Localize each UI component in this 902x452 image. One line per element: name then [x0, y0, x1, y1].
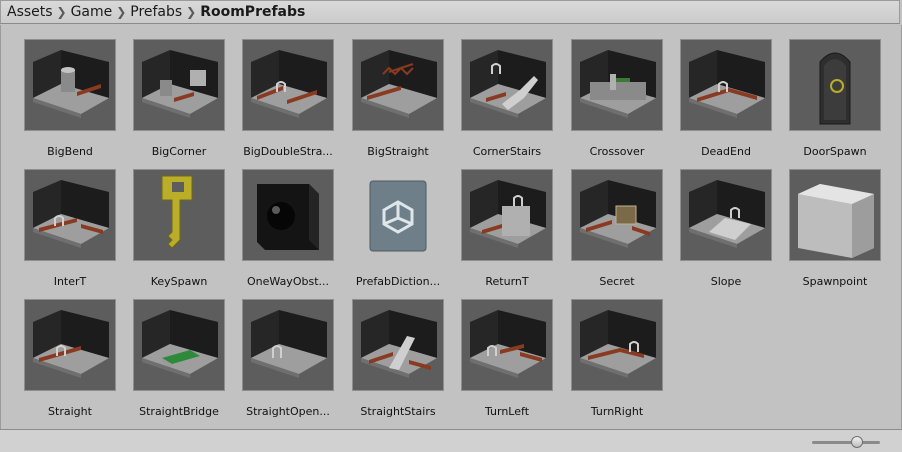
room-intert-icon	[24, 169, 116, 261]
room-secret-icon	[571, 169, 663, 261]
asset-label: Crossover	[589, 145, 645, 158]
chevron-right-icon: ❯	[116, 5, 127, 19]
white-cube-icon	[789, 169, 881, 261]
breadcrumb-roomprefabs[interactable]: RoomPrefabs	[200, 4, 305, 20]
asset-item[interactable]: DeadEnd	[676, 35, 776, 158]
zoom-slider[interactable]	[812, 436, 882, 448]
breadcrumb: Assets ❯ Game ❯ Prefabs ❯ RoomPrefabs	[0, 0, 900, 24]
asset-item[interactable]: BigDoubleStra...	[238, 35, 338, 158]
asset-item[interactable]: Crossover	[567, 35, 667, 158]
room-bigcorner-icon	[133, 39, 225, 131]
room-straightopen-icon	[242, 299, 334, 391]
room-slope-icon	[680, 169, 772, 261]
room-bigstraight-icon	[352, 39, 444, 131]
asset-item[interactable]: PrefabDiction...	[348, 165, 448, 288]
asset-item[interactable]: InterT	[20, 165, 120, 288]
asset-label: Slope	[710, 275, 742, 288]
door-icon	[789, 39, 881, 131]
asset-item[interactable]: Spawnpoint	[785, 165, 885, 288]
room-crossover-icon	[571, 39, 663, 131]
room-turnright-icon	[571, 299, 663, 391]
asset-label: Straight	[48, 405, 92, 418]
asset-item[interactable]: DoorSpawn	[785, 35, 885, 158]
room-bigbend-icon	[24, 39, 116, 131]
asset-label: CornerStairs	[472, 145, 542, 158]
asset-grid: BigBend BigCorner BigDoubleStra... BigStrai…	[0, 25, 902, 429]
breadcrumb-prefabs[interactable]: Prefabs	[130, 4, 182, 20]
asset-item[interactable]: KeySpawn	[129, 165, 229, 288]
room-bigdoublestraight-icon	[242, 39, 334, 131]
asset-item[interactable]: StraightBridge	[129, 295, 229, 418]
asset-label: Secret	[599, 275, 635, 288]
asset-item[interactable]: BigBend	[20, 35, 120, 158]
room-straightbridge-icon	[133, 299, 225, 391]
asset-item[interactable]: Slope	[676, 165, 776, 288]
asset-label: BigStraight	[367, 145, 429, 158]
room-straight-icon	[24, 299, 116, 391]
chevron-right-icon: ❯	[186, 5, 197, 19]
asset-label: DeadEnd	[701, 145, 751, 158]
room-straightstairs-icon	[352, 299, 444, 391]
asset-label: DoorSpawn	[803, 145, 867, 158]
asset-label: BigBend	[47, 145, 93, 158]
zoom-slider-track	[812, 441, 880, 444]
room-cornerstairs-icon	[461, 39, 553, 131]
asset-item[interactable]: Secret	[567, 165, 667, 288]
asset-label: StraightOpen...	[246, 405, 330, 418]
status-bar	[0, 429, 902, 452]
asset-item[interactable]: BigStraight	[348, 35, 448, 158]
asset-item[interactable]: TurnRight	[567, 295, 667, 418]
asset-item[interactable]: OneWayObst...	[238, 165, 338, 288]
asset-item[interactable]: BigCorner	[129, 35, 229, 158]
unity-script-icon	[352, 169, 444, 261]
asset-label: BigCorner	[151, 145, 207, 158]
asset-item[interactable]: ReturnT	[457, 165, 557, 288]
room-turnleft-icon	[461, 299, 553, 391]
asset-label: Spawnpoint	[802, 275, 868, 288]
asset-item[interactable]: StraightOpen...	[238, 295, 338, 418]
asset-label: BigDoubleStra...	[243, 145, 333, 158]
asset-label: ReturnT	[485, 275, 529, 288]
asset-label: TurnRight	[590, 405, 644, 418]
asset-label: StraightStairs	[360, 405, 436, 418]
asset-label: InterT	[53, 275, 87, 288]
asset-label: PrefabDiction...	[355, 275, 441, 288]
chevron-right-icon: ❯	[56, 5, 67, 19]
asset-item[interactable]: TurnLeft	[457, 295, 557, 418]
asset-label: KeySpawn	[150, 275, 208, 288]
asset-label: OneWayObst...	[247, 275, 329, 288]
room-deadend-icon	[680, 39, 772, 131]
asset-item[interactable]: CornerStairs	[457, 35, 557, 158]
room-returnt-icon	[461, 169, 553, 261]
breadcrumb-game[interactable]: Game	[71, 4, 113, 20]
asset-item[interactable]: Straight	[20, 295, 120, 418]
asset-label: StraightBridge	[139, 405, 219, 418]
breadcrumb-assets[interactable]: Assets	[7, 4, 53, 20]
key-icon	[133, 169, 225, 261]
black-cube-sphere-icon	[242, 169, 334, 261]
asset-label: TurnLeft	[484, 405, 530, 418]
asset-item[interactable]: StraightStairs	[348, 295, 448, 418]
zoom-slider-knob[interactable]	[851, 436, 863, 448]
